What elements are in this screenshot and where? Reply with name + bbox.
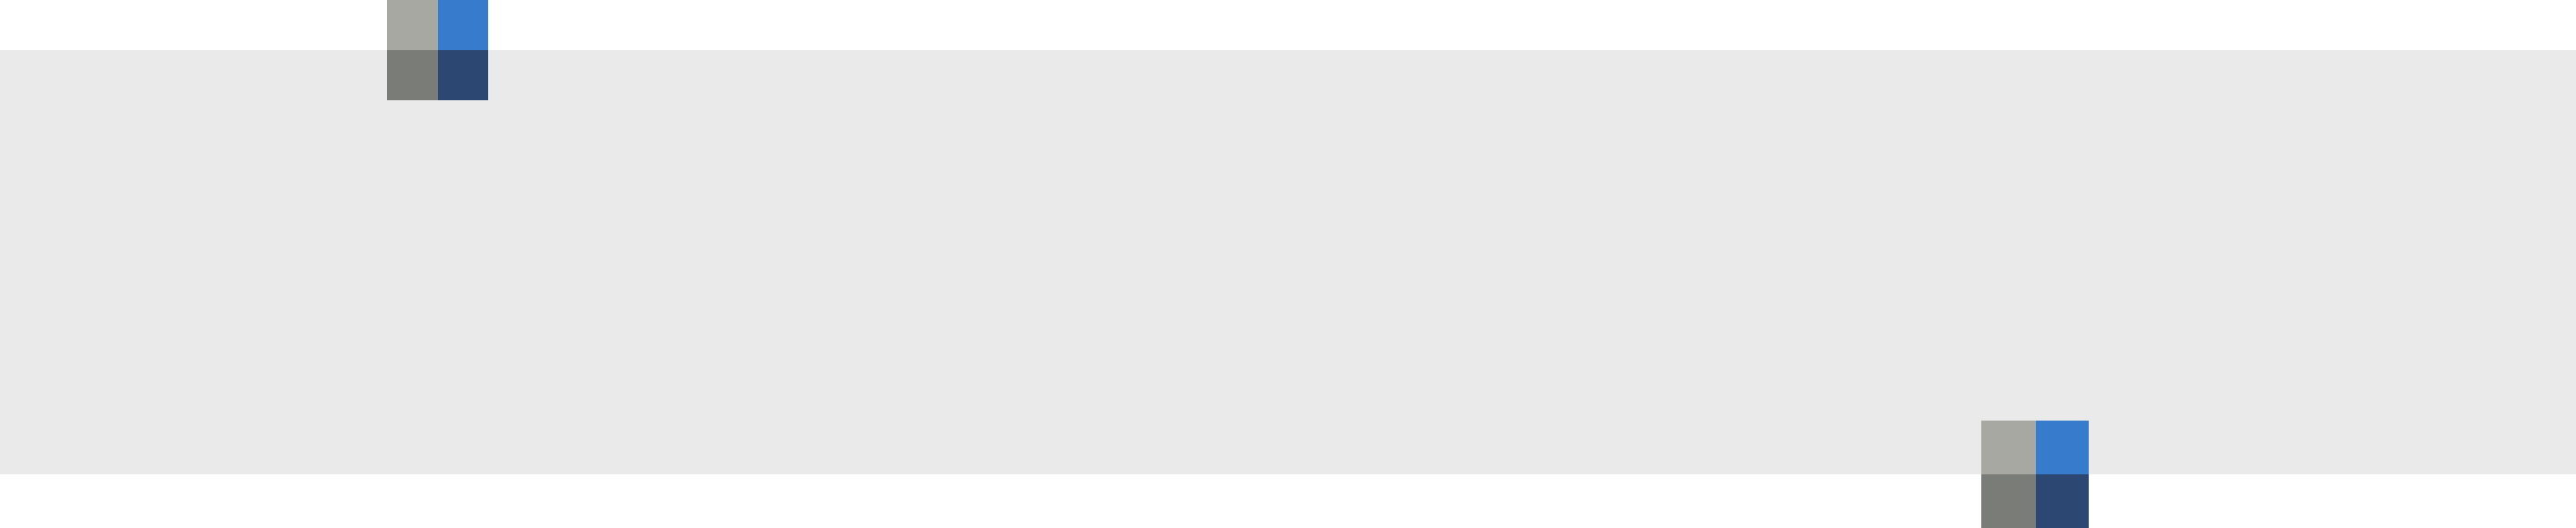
page-canvas — [0, 0, 2576, 528]
dark-gray-swatch — [1981, 474, 2036, 528]
blue-swatch — [438, 0, 488, 50]
light-gray-swatch — [1981, 421, 2036, 474]
navy-swatch — [2036, 474, 2089, 528]
swatch-group-bottom-right — [1981, 421, 2089, 528]
dark-gray-swatch — [387, 50, 438, 100]
light-gray-swatch — [387, 0, 438, 50]
gray-band — [0, 50, 2576, 474]
blue-swatch — [2036, 421, 2089, 474]
navy-swatch — [438, 50, 488, 100]
swatch-group-top-left — [387, 0, 488, 100]
